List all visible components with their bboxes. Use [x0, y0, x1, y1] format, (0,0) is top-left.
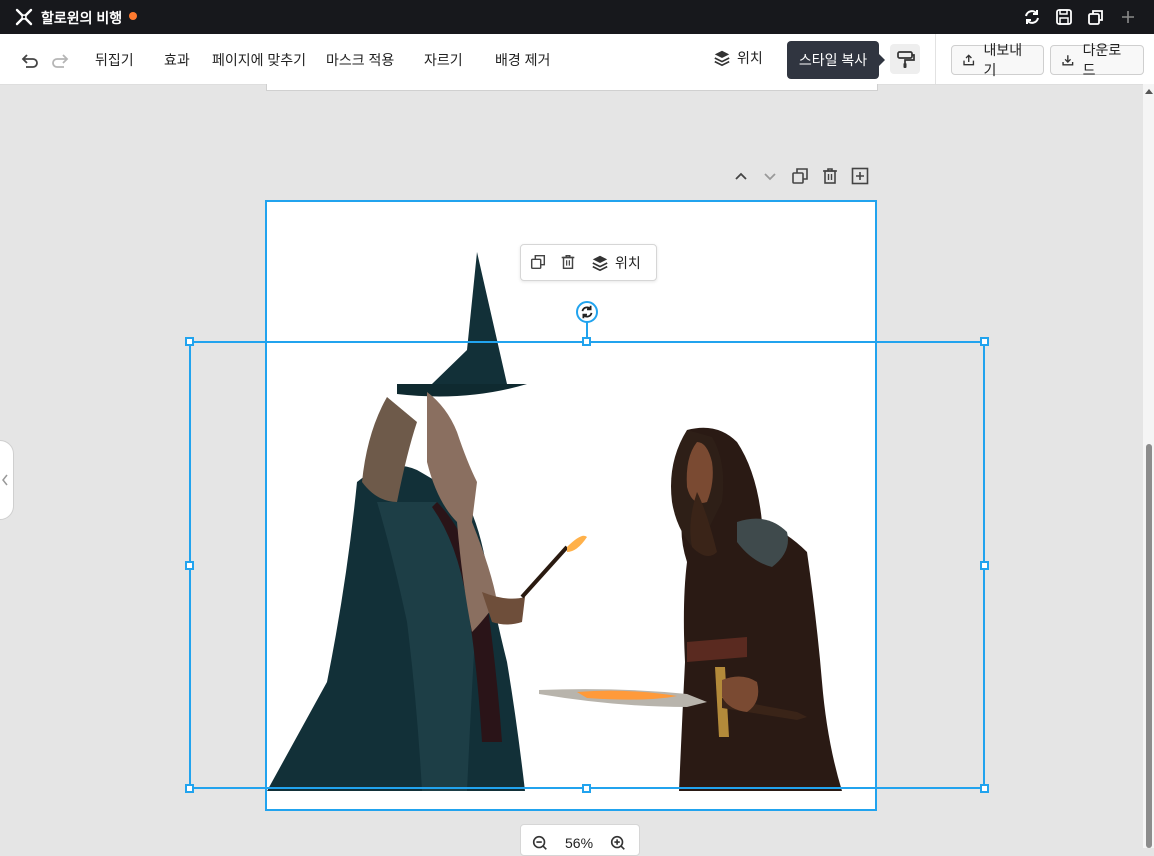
download-label: 다운로드 [1082, 42, 1122, 78]
resize-handle-bottom-left[interactable] [185, 784, 194, 793]
zoom-control: 56% [520, 824, 640, 856]
zoom-out-icon[interactable] [531, 834, 549, 852]
scrollbar-thumb[interactable] [1146, 444, 1152, 848]
crop-button[interactable]: 자르기 [424, 50, 463, 70]
trash-icon[interactable] [820, 166, 840, 186]
resize-handle-bottom-right[interactable] [980, 784, 989, 793]
document-title[interactable]: 할로윈의 비행 [41, 8, 122, 28]
previous-page[interactable] [266, 84, 878, 91]
title-bar: 할로윈의 비행 [0, 0, 1154, 34]
logo-icon [15, 8, 33, 26]
save-icon[interactable] [1054, 7, 1074, 27]
resize-handle-left[interactable] [185, 561, 194, 570]
layers-icon [714, 50, 730, 67]
style-copy-button[interactable] [890, 44, 920, 74]
context-position-label: 위치 [615, 255, 641, 271]
resize-handle-top[interactable] [582, 337, 591, 346]
add-page-icon[interactable] [850, 166, 870, 186]
remove-background-button[interactable]: 배경 제거 [495, 50, 550, 70]
chevron-down-icon[interactable] [760, 166, 780, 186]
chevron-up-icon[interactable] [731, 166, 751, 186]
rotate-handle[interactable] [576, 301, 598, 323]
position-label: 위치 [737, 50, 763, 66]
effects-button[interactable]: 효과 [164, 50, 190, 70]
apply-mask-button[interactable]: 마스크 적용 [326, 50, 394, 70]
fit-page-button[interactable]: 페이지에 맞추기 [212, 50, 306, 70]
style-copy-tooltip: 스타일 복사 [787, 41, 885, 79]
resize-handle-top-left[interactable] [185, 337, 194, 346]
duplicate-icon[interactable] [1086, 7, 1106, 27]
element-context-menu: 위치 [520, 244, 657, 281]
scroll-up-icon[interactable] [1145, 88, 1153, 94]
export-label: 내보내기 [983, 42, 1023, 78]
redo-icon[interactable] [50, 50, 70, 70]
paint-roller-icon [897, 51, 915, 68]
duplicate-element-icon[interactable] [529, 253, 547, 271]
unsaved-indicator [129, 12, 137, 20]
layers-icon [592, 255, 608, 272]
context-position-button[interactable]: 위치 [591, 253, 641, 273]
export-icon [963, 54, 975, 66]
resize-handle-top-right[interactable] [980, 337, 989, 346]
side-panel-toggle[interactable] [0, 440, 14, 520]
zoom-level: 56% [565, 835, 594, 851]
selection-box[interactable] [189, 341, 985, 789]
rotate-icon [581, 305, 593, 319]
flip-button[interactable]: 뒤집기 [95, 50, 134, 70]
toolbar-divider [935, 34, 936, 84]
delete-element-icon[interactable] [559, 253, 577, 271]
plus-icon[interactable] [1118, 7, 1138, 27]
sync-icon[interactable] [1022, 7, 1042, 27]
resize-handle-bottom[interactable] [582, 784, 591, 793]
zoom-in-icon[interactable] [609, 834, 627, 852]
resize-handle-right[interactable] [980, 561, 989, 570]
undo-icon[interactable] [20, 50, 40, 70]
download-button[interactable]: 다운로드 [1050, 42, 1144, 78]
download-icon [1062, 55, 1074, 66]
chevron-left-icon [2, 474, 8, 486]
duplicate-page-icon[interactable] [790, 166, 810, 186]
position-button[interactable]: 위치 [713, 48, 763, 68]
export-button[interactable]: 내보내기 [951, 42, 1044, 78]
